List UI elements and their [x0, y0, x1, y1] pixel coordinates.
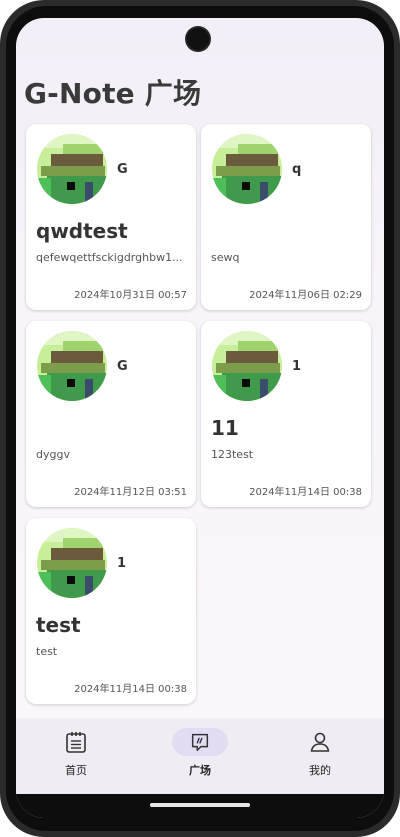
post-card[interactable]: 1 test test 2024年11月14日 00:38 [26, 518, 196, 704]
nav-item-profile[interactable]: 我的 [270, 728, 370, 778]
post-body: dyggv [36, 448, 70, 461]
avatar [212, 134, 282, 204]
bottom-navigation: 首页 广场 我的 [16, 718, 384, 794]
post-body: 123test [211, 448, 254, 461]
post-date: 2024年10月31日 00:57 [74, 290, 187, 301]
pixel-avatar-icon [37, 134, 107, 204]
post-date: 2024年11月12日 03:51 [74, 487, 187, 498]
nav-item-home[interactable]: 首页 [26, 728, 126, 778]
app-screen: G-Note 广场 G qwdtest qefewqettfsckigdrghb… [16, 18, 384, 818]
chat-square-icon [191, 733, 209, 751]
post-card[interactable]: G qwdtest qefewqettfsckigdrghbw1... 2024… [26, 124, 196, 310]
avatar [212, 331, 282, 401]
post-card[interactable]: 1 11 123test 2024年11月14日 00:38 [201, 321, 371, 507]
avatar [37, 331, 107, 401]
post-body: test [36, 645, 58, 658]
post-author: G [117, 162, 128, 177]
post-author: 1 [117, 556, 127, 571]
pixel-avatar-icon [212, 331, 282, 401]
post-author: 1 [292, 359, 302, 374]
post-date: 2024年11月06日 02:29 [249, 290, 362, 301]
post-title: 11 [211, 416, 239, 440]
post-date: 2024年11月14日 00:38 [249, 487, 362, 498]
post-title: test [36, 613, 81, 637]
nav-label-square: 广场 [189, 764, 211, 777]
person-icon [310, 732, 330, 752]
notebook-icon [66, 732, 86, 753]
nav-label-profile: 我的 [309, 764, 331, 777]
post-author: q [292, 162, 302, 177]
post-author: G [117, 359, 128, 374]
pixel-avatar-icon [37, 331, 107, 401]
avatar [37, 528, 107, 598]
avatar [37, 134, 107, 204]
active-indicator [172, 728, 228, 756]
post-title: qwdtest [36, 219, 128, 243]
pixel-avatar-icon [212, 134, 282, 204]
post-date: 2024年11月14日 00:38 [74, 684, 187, 695]
post-body: qefewqettfsckigdrghbw1... [36, 251, 183, 264]
nav-item-square[interactable]: 广场 [150, 728, 250, 778]
nav-label-home: 首页 [65, 764, 87, 777]
home-gesture-handle[interactable] [150, 803, 250, 807]
post-card[interactable]: G dyggv 2024年11月12日 03:51 [26, 321, 196, 507]
front-camera [187, 28, 209, 50]
post-card[interactable]: q sewq 2024年11月06日 02:29 [201, 124, 371, 310]
post-body: sewq [211, 251, 240, 264]
pixel-avatar-icon [37, 528, 107, 598]
page-title: G-Note 广场 [24, 77, 202, 110]
phone-frame: G-Note 广场 G qwdtest qefewqettfsckigdrghb… [0, 0, 400, 837]
